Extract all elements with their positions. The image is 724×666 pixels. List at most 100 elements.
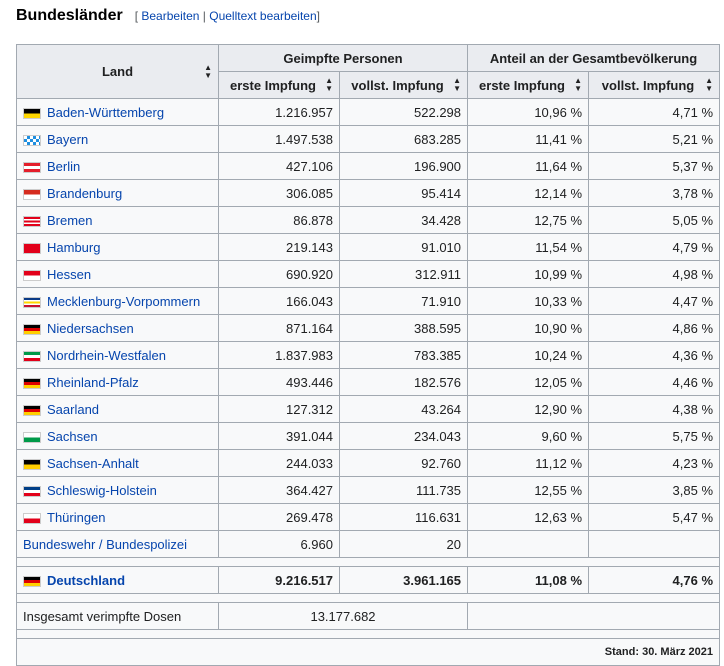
cell-full-dose: 116.631 xyxy=(338,503,469,531)
table-row: Niedersachsen 871.164 388.595 10,90 % 4,86 % xyxy=(16,314,721,342)
state-flag-icon xyxy=(23,512,41,524)
state-flag-icon xyxy=(23,350,41,362)
row-land-cell: Hessen xyxy=(16,260,219,288)
sort-icon[interactable]: ▲ ▼ xyxy=(204,63,212,80)
land-link[interactable]: Bundeswehr / Bundespolizei xyxy=(23,537,187,552)
cell-full-dose-share: 5,37 % xyxy=(588,152,721,180)
cell-empty xyxy=(467,602,721,630)
table-row: Brandenburg 306.085 95.414 12,14 % 3,78 % xyxy=(16,179,721,207)
land-link[interactable]: Mecklenburg-Vorpommern xyxy=(47,294,200,309)
state-flag-icon xyxy=(23,188,41,200)
cell-full-dose: 3.961.165 xyxy=(338,566,469,594)
cell-first-dose: 871.164 xyxy=(218,314,340,342)
column-header-label: vollst. Impfung xyxy=(601,77,695,93)
state-flag-icon xyxy=(23,107,41,119)
row-land-cell: Mecklenburg-Vorpommern xyxy=(16,287,219,315)
cell-full-dose-share: 3,78 % xyxy=(588,179,721,207)
cell-full-dose-share: 4,23 % xyxy=(588,449,721,477)
edit-link[interactable]: Bearbeiten xyxy=(141,9,199,23)
cell-first-dose: 493.446 xyxy=(218,368,340,396)
land-link[interactable]: Deutschland xyxy=(47,573,125,588)
table-row: Baden-Württemberg 1.216.957 522.298 10,96 %… xyxy=(16,98,721,126)
cell-full-dose-share: 4,71 % xyxy=(588,98,721,126)
cell-first-dose-share: 11,08 % xyxy=(467,566,590,594)
cell-first-dose-share: 11,54 % xyxy=(467,233,590,261)
table-row: Hamburg 219.143 91.010 11,54 % 4,79 % xyxy=(16,233,721,261)
cell-first-dose: 1.837.983 xyxy=(218,341,340,369)
cell-first-dose-share: 11,64 % xyxy=(467,152,590,180)
sort-icon[interactable]: ▲ ▼ xyxy=(705,77,713,93)
row-land-cell: Hamburg xyxy=(16,233,219,261)
table-row-total: Deutschland 9.216.517 3.961.165 11,08 % … xyxy=(16,566,721,594)
row-land-cell: Bayern xyxy=(16,125,219,153)
land-link[interactable]: Rheinland-Pfalz xyxy=(47,375,139,390)
land-link[interactable]: Brandenburg xyxy=(47,186,122,201)
land-link[interactable]: Saarland xyxy=(47,402,99,417)
table-row: Hessen 690.920 312.911 10,99 % 4,98 % xyxy=(16,260,721,288)
land-link[interactable]: Bayern xyxy=(47,132,88,147)
cell-full-dose: 20 xyxy=(338,530,469,558)
cell-first-dose-share: 10,90 % xyxy=(467,314,590,342)
cell-full-dose-share: 4,38 % xyxy=(588,395,721,423)
sort-icon[interactable]: ▲ ▼ xyxy=(574,77,582,93)
section-heading: Bundesländer [ Bearbeiten | Quelltext be… xyxy=(16,7,320,29)
state-flag-icon xyxy=(23,161,41,173)
cell-full-dose: 71.910 xyxy=(338,287,469,315)
column-header-land[interactable]: Land ▲ ▼ xyxy=(16,44,219,99)
cell-first-dose-share: 12,05 % xyxy=(467,368,590,396)
cell-first-dose: 269.478 xyxy=(218,503,340,531)
state-flag-icon xyxy=(23,431,41,443)
row-land-cell: Bundeswehr / Bundespolizei xyxy=(16,530,219,558)
sort-icon[interactable]: ▲ ▼ xyxy=(325,77,333,93)
column-header-full-dose[interactable]: vollst. Impfung ▲ ▼ xyxy=(338,71,469,99)
land-link[interactable]: Schleswig-Holstein xyxy=(47,483,157,498)
group-header-share: Anteil an der Gesamtbevölkerung xyxy=(467,44,721,72)
table-row: Rheinland-Pfalz 493.446 182.576 12,05 % 4,46… xyxy=(16,368,721,396)
cell-full-dose-share: 5,21 % xyxy=(588,125,721,153)
cell-first-dose-share: 10,24 % xyxy=(467,341,590,369)
cell-full-dose: 91.010 xyxy=(338,233,469,261)
edit-section-links: [ Bearbeiten | Quelltext bearbeiten] xyxy=(135,9,320,23)
edit-source-link[interactable]: Quelltext bearbeiten xyxy=(209,9,316,23)
cell-full-dose-share: 5,05 % xyxy=(588,206,721,234)
spacer-cell xyxy=(15,593,721,603)
cell-first-dose: 6.960 xyxy=(218,530,340,558)
land-link[interactable]: Niedersachsen xyxy=(47,321,134,336)
cell-first-dose: 1.497.538 xyxy=(218,125,340,153)
cell-first-dose-share: 11,12 % xyxy=(467,449,590,477)
land-link[interactable]: Thüringen xyxy=(47,510,106,525)
cell-empty xyxy=(588,530,721,558)
cell-full-dose: 196.900 xyxy=(338,152,469,180)
table-row-stand: Stand: 30. März 2021 xyxy=(15,638,721,666)
cell-first-dose: 427.106 xyxy=(218,152,340,180)
cell-first-dose-share: 9,60 % xyxy=(467,422,590,450)
section-title: Bundesländer xyxy=(16,7,123,24)
column-header-label: vollst. Impfung xyxy=(351,77,444,93)
land-link[interactable]: Sachsen-Anhalt xyxy=(47,456,139,471)
land-link[interactable]: Sachsen xyxy=(47,429,98,444)
row-land-cell: Brandenburg xyxy=(16,179,219,207)
cell-first-dose: 690.920 xyxy=(218,260,340,288)
spacer-row xyxy=(15,557,721,567)
table-row: Saarland 127.312 43.264 12,90 % 4,38 % xyxy=(16,395,721,423)
cell-full-dose-share: 5,47 % xyxy=(588,503,721,531)
state-flag-icon xyxy=(23,269,41,281)
sort-icon[interactable]: ▲ ▼ xyxy=(453,77,461,93)
land-link[interactable]: Bremen xyxy=(47,213,93,228)
row-land-cell: Deutschland xyxy=(16,566,219,594)
cell-first-dose-share: 12,55 % xyxy=(467,476,590,504)
land-link[interactable]: Hessen xyxy=(47,267,91,282)
land-link[interactable]: Berlin xyxy=(47,159,80,174)
land-link[interactable]: Nordrhein-Westfalen xyxy=(47,348,166,363)
state-flag-icon xyxy=(23,134,41,146)
land-link[interactable]: Hamburg xyxy=(47,240,100,255)
table-footer: Bundeswehr / Bundespolizei 6.960 20 Deut… xyxy=(15,530,721,666)
land-link[interactable]: Baden-Württemberg xyxy=(47,105,164,120)
state-flag-icon xyxy=(23,404,41,416)
table-row: Thüringen 269.478 116.631 12,63 % 5,47 % xyxy=(16,503,721,531)
cell-first-dose: 127.312 xyxy=(218,395,340,423)
column-header-first-dose-share[interactable]: erste Impfung ▲ ▼ xyxy=(467,71,590,99)
column-header-full-dose-share[interactable]: vollst. Impfung ▲ ▼ xyxy=(588,71,721,99)
column-header-first-dose[interactable]: erste Impfung ▲ ▼ xyxy=(218,71,340,99)
cell-first-dose-share: 12,90 % xyxy=(467,395,590,423)
